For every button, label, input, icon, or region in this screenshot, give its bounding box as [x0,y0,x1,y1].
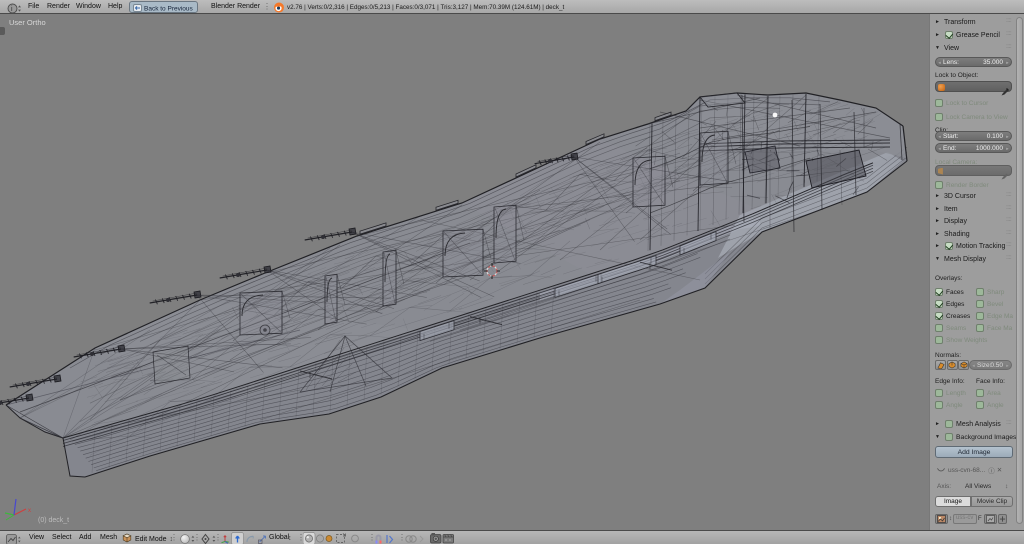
svg-text:x: x [28,508,31,514]
